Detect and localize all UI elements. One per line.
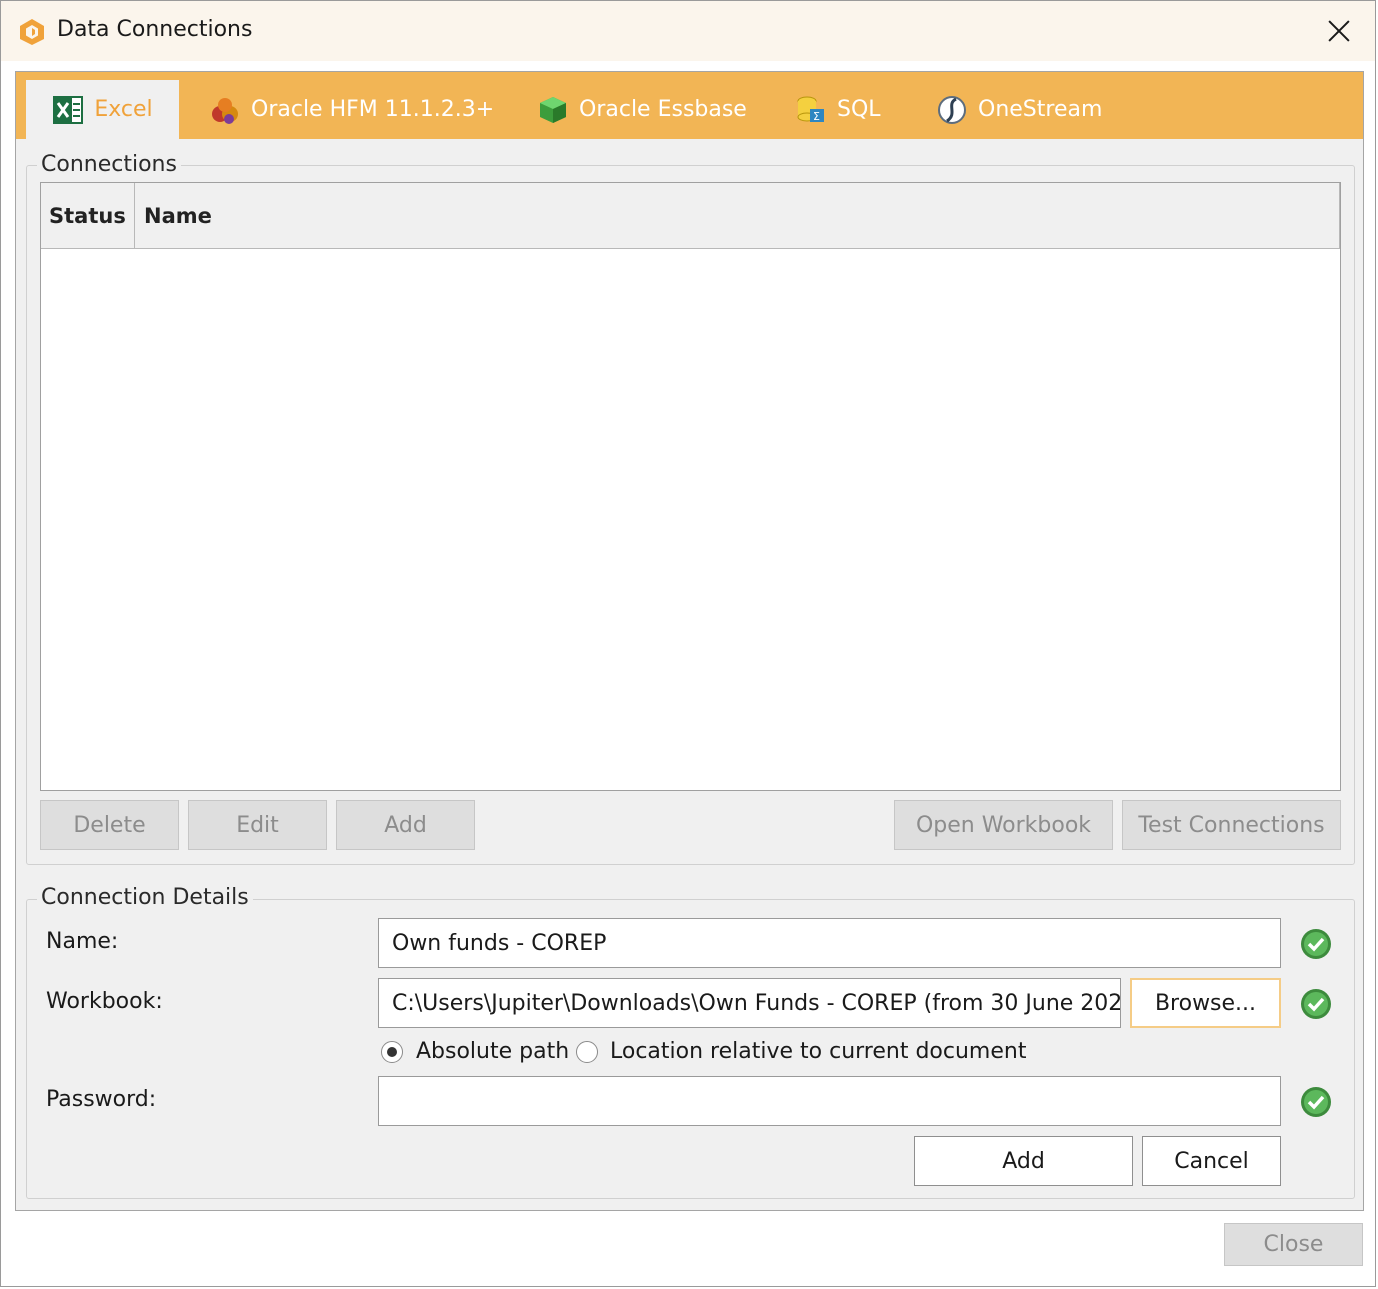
name-label: Name: [46, 929, 119, 954]
tab-sql-label: SQL [837, 97, 881, 122]
connections-group-label: Connections [37, 152, 181, 177]
svg-text:Σ: Σ [813, 110, 820, 123]
connection-details-group-label: Connection Details [37, 885, 253, 910]
edit-button[interactable]: Edit [188, 800, 327, 850]
tab-onestream-label: OneStream [978, 97, 1103, 122]
browse-button[interactable]: Browse... [1130, 978, 1281, 1028]
name-valid-check-icon [1301, 929, 1331, 959]
tab-excel[interactable]: Excel [26, 80, 179, 139]
password-label: Password: [46, 1087, 157, 1112]
relative-location-radio[interactable] [576, 1041, 598, 1063]
connections-table-header: Status Name [41, 183, 1340, 249]
tab-onestream[interactable]: OneStream [936, 80, 1102, 139]
tab-excel-label: Excel [94, 97, 153, 122]
tab-oracle-hfm[interactable]: Oracle HFM 11.1.2.3+ [209, 80, 494, 139]
dialog-content: Excel Oracle HFM 11.1.2.3+ Oracle Essbas… [15, 71, 1364, 1211]
data-connections-dialog: Data Connections Excel Oracle HFM 11.1.2… [0, 0, 1376, 1287]
password-field[interactable] [378, 1076, 1281, 1126]
absolute-path-label[interactable]: Absolute path [416, 1039, 569, 1064]
add-button[interactable]: Add [914, 1136, 1133, 1186]
workbook-label: Workbook: [46, 989, 163, 1014]
sql-icon: Σ [797, 96, 824, 123]
app-logo-icon [20, 19, 44, 45]
close-button[interactable]: Close [1224, 1223, 1363, 1266]
absolute-path-radio[interactable] [381, 1041, 403, 1063]
column-header-name[interactable]: Name [135, 183, 212, 248]
tab-oracle-hfm-label: Oracle HFM 11.1.2.3+ [251, 97, 495, 122]
workbook-path-field[interactable]: C:\Users\Jupiter\Downloads\Own Funds - C… [378, 978, 1121, 1028]
oracle-hfm-icon [212, 97, 238, 124]
tab-sql[interactable]: Σ SQL [795, 80, 881, 139]
excel-icon [53, 95, 84, 124]
connection-type-tabs: Excel Oracle HFM 11.1.2.3+ Oracle Essbas… [16, 72, 1363, 139]
add-connection-button[interactable]: Add [336, 800, 475, 850]
oracle-essbase-icon [540, 96, 566, 123]
tab-oracle-essbase-label: Oracle Essbase [579, 97, 747, 122]
close-window-icon[interactable] [1321, 13, 1357, 49]
name-field[interactable]: Own funds - COREP [378, 918, 1281, 968]
onestream-icon [938, 95, 966, 124]
password-valid-check-icon [1301, 1087, 1331, 1117]
connections-table[interactable]: Status Name [40, 182, 1341, 791]
open-workbook-button[interactable]: Open Workbook [894, 800, 1113, 850]
tab-oracle-essbase[interactable]: Oracle Essbase [537, 80, 747, 139]
workbook-valid-check-icon [1301, 989, 1331, 1019]
delete-button[interactable]: Delete [40, 800, 179, 850]
title-bar: Data Connections [1, 1, 1375, 61]
window-title: Data Connections [57, 17, 253, 42]
column-header-status[interactable]: Status [41, 183, 135, 248]
test-connections-button[interactable]: Test Connections [1122, 800, 1341, 850]
relative-location-label[interactable]: Location relative to current document [610, 1039, 1026, 1064]
cancel-button[interactable]: Cancel [1142, 1136, 1281, 1186]
